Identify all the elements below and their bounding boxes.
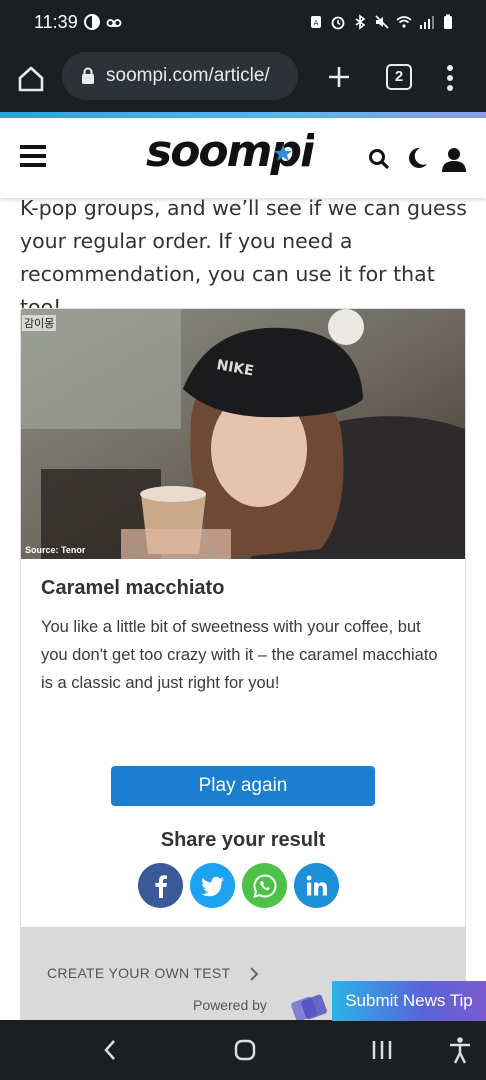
article-intro-text: K-pop groups, and we’ll see if we can gu… [20, 196, 467, 319]
search-icon[interactable] [368, 148, 390, 170]
tab-switcher-button[interactable]: 2 [386, 64, 412, 90]
play-again-button[interactable]: Play again [111, 766, 375, 806]
site-header: soompi [0, 118, 486, 198]
status-right-icons: A [308, 14, 456, 30]
status-bar: 11:39 A [0, 0, 486, 46]
battery-icon [444, 14, 452, 29]
facebook-icon [155, 874, 167, 898]
url-text: soompi.com/article/ [106, 65, 270, 86]
bluetooth-icon [355, 14, 366, 30]
recent-apps-icon[interactable] [370, 1038, 394, 1062]
result-title: Caramel macchiato [41, 577, 225, 599]
soompi-logo[interactable]: soompi [146, 124, 314, 184]
plus-icon[interactable] [322, 60, 356, 94]
image-source-label: Source: Tenor [25, 545, 86, 555]
address-bar[interactable]: soompi.com/article/ [62, 52, 298, 100]
image-overlay-text: 감이몽 [22, 315, 57, 331]
signal-icon [420, 16, 434, 29]
share-buttons [138, 863, 339, 908]
svg-text:A: A [314, 19, 319, 27]
system-nav-bar [0, 1020, 486, 1080]
nav-home-icon[interactable] [233, 1038, 257, 1062]
back-icon[interactable] [100, 1038, 120, 1062]
create-your-own-test-link[interactable]: CREATE YOUR OWN TEST [47, 965, 230, 981]
powered-by-label: Powered by [193, 997, 267, 1013]
more-vert-icon[interactable] [440, 62, 460, 94]
hamburger-icon[interactable] [20, 144, 46, 168]
accessibility-icon[interactable] [448, 1036, 472, 1064]
whatsapp-icon [252, 873, 276, 898]
linkedin-share-button[interactable] [294, 863, 339, 908]
result-gif-image: NIKE [21, 309, 465, 559]
share-title: Share your result [160, 829, 326, 851]
mute-icon [375, 15, 389, 29]
status-time: 11:39 [34, 12, 78, 32]
home-icon[interactable] [14, 62, 48, 96]
lock-icon [82, 67, 94, 84]
whatsapp-share-button[interactable] [242, 863, 287, 908]
submit-news-tip-button[interactable]: Submit News Tip [332, 981, 486, 1021]
status-left-icons [84, 14, 122, 30]
twitter-share-button[interactable] [190, 863, 235, 908]
chevron-right-icon[interactable] [247, 965, 261, 983]
moon-icon[interactable] [405, 146, 429, 170]
facebook-share-button[interactable] [138, 863, 183, 908]
data-saver-icon [84, 14, 100, 30]
notification-icon: A [311, 16, 321, 28]
alarm-icon [331, 16, 345, 30]
wifi-icon [396, 16, 412, 28]
result-description: You like a little bit of sweetness with … [41, 618, 438, 692]
voicemail-icon [106, 19, 122, 27]
user-icon[interactable] [441, 146, 467, 172]
quiz-result-card: NIKE 감이몽 Source: Tenor Caramel macchiato… [20, 308, 466, 1028]
linkedin-icon [306, 875, 327, 895]
browser-toolbar: soompi.com/article/ 2 [0, 46, 486, 112]
twitter-icon [200, 876, 224, 896]
